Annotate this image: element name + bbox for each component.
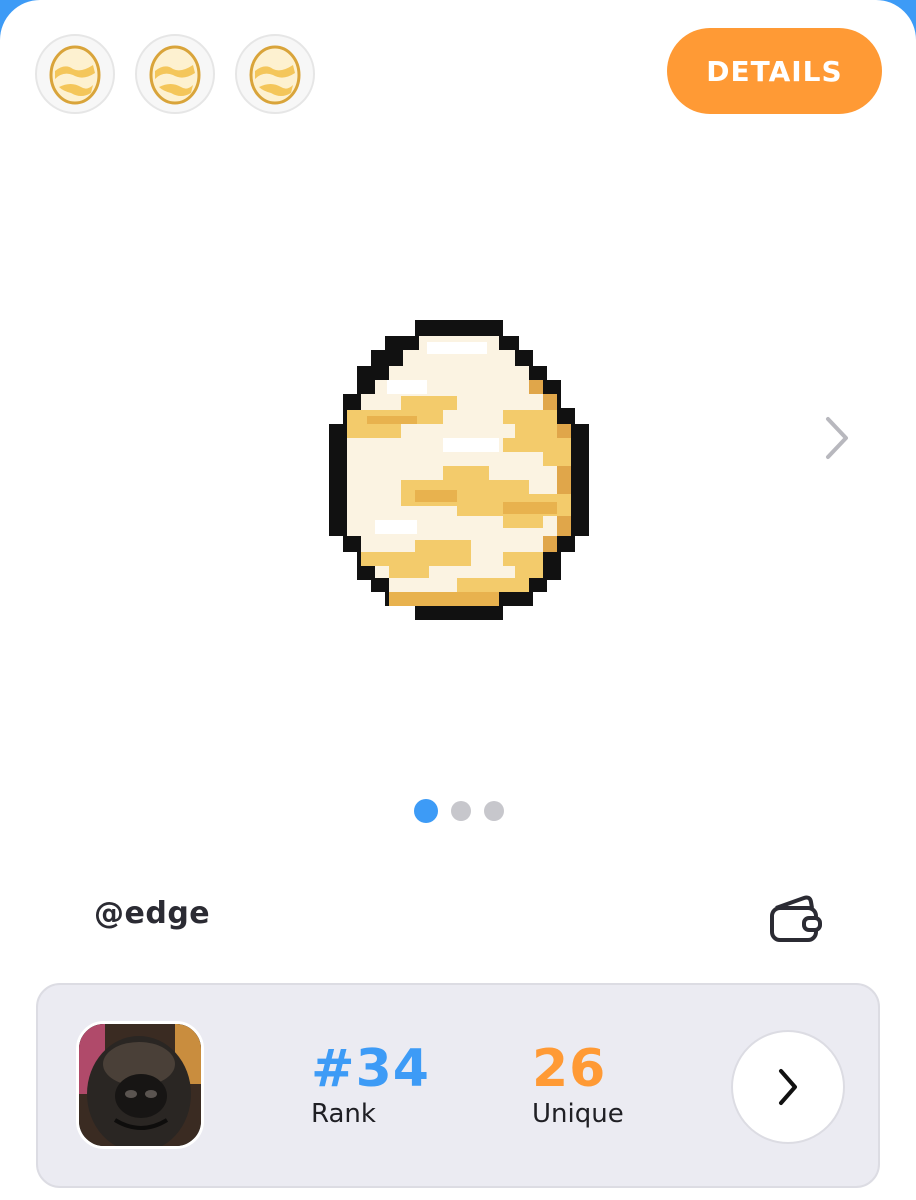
egg-thumbnails [35,34,315,114]
egg-card: DETAILS @edge #34 Rank 26 Unique [0,0,916,1200]
unique-label: Unique [532,1099,624,1129]
egg-thumbnail-3[interactable] [235,34,315,114]
details-button[interactable]: DETAILS [667,28,882,114]
open-profile-button[interactable] [731,1030,845,1144]
chevron-right-icon[interactable] [822,415,852,461]
pagination-dot-3[interactable] [484,801,504,821]
pixel-egg-icon [329,320,589,620]
owner-stats-panel: #34 Rank 26 Unique [36,983,880,1188]
dog-avatar [79,1024,201,1146]
owner-handle[interactable]: @edge [94,896,210,931]
chevron-right-icon [779,1069,797,1105]
egg-thumbnail-1[interactable] [35,34,115,114]
rank-stat: #34 Rank [311,1039,430,1129]
rank-label: Rank [311,1099,376,1129]
unique-stat: 26 Unique [532,1039,624,1129]
rank-value: #34 [311,1039,430,1099]
pagination-dot-1[interactable] [414,799,438,823]
egg-icon [149,45,201,105]
egg-icon [49,45,101,105]
pagination-dot-2[interactable] [451,801,471,821]
wallet-icon[interactable] [768,892,824,944]
egg-icon [249,45,301,105]
egg-thumbnail-2[interactable] [135,34,215,114]
avatar[interactable] [76,1021,204,1149]
carousel-pagination [414,799,504,823]
unique-value: 26 [532,1039,607,1099]
